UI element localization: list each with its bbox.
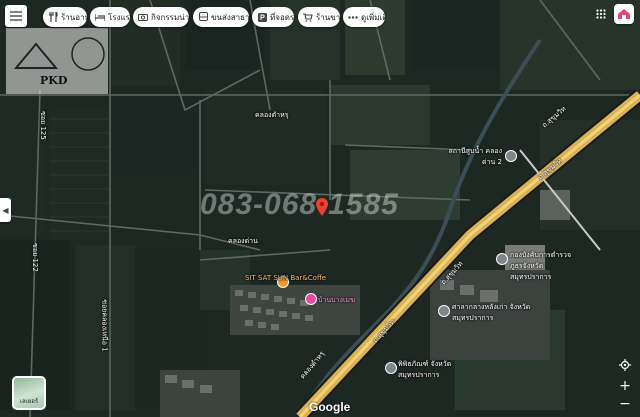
chevron-left-icon: ◀ [2,205,9,215]
fork-knife-icon [48,12,58,22]
road-label-soi-klong-nuea: ซอยคลองเหนือ 1 [100,299,109,352]
poi-label-ban-bang-mek[interactable]: บ้านบางเมฆ [318,295,355,306]
account-avatar[interactable] [614,4,634,24]
police-poi-icon[interactable] [496,253,508,265]
agent-logo-text: PKD [40,74,68,87]
bus-icon [198,12,208,22]
zoom-in-button[interactable]: + [616,378,634,394]
crosshair-icon [619,359,631,371]
road-label-klong-tamru: คลองตำหรุ [255,111,289,119]
more-icon [348,12,358,22]
layers-label: เลเยอร์ [19,398,39,405]
minus-icon: − [619,396,631,412]
cart-icon [303,12,313,22]
layers-button[interactable]: เลเยอร์ [12,376,46,410]
my-location-button[interactable] [616,356,634,374]
chip-more[interactable]: ดูเพิ่มเติม [343,7,385,27]
bed-icon [95,12,105,22]
zoom-out-button[interactable]: − [616,396,634,412]
poi-label-museum[interactable]: พิพิธภัณฑ์ จังหวัดสมุทรปราการ [398,359,468,381]
chip-label: ขนส่งสาธารณะ [211,12,249,22]
chip-transit[interactable]: ขนส่งสาธารณะ [193,7,249,27]
chip-restaurants[interactable]: ร้านอาหาร [43,7,87,27]
road-label-klong-dan: คลองด่าน [228,237,258,245]
poi-label-police[interactable]: กองบังคับการตำรวจ ภูธรจังหวัดสมุทรปราการ [510,250,580,283]
chip-hotels[interactable]: โรงแรม [90,7,130,27]
pump-station-poi-icon[interactable] [505,150,517,162]
parking-icon [257,12,267,22]
house-avatar-icon [618,9,630,19]
road-label-soi-122: ซอย 122 [30,243,39,272]
chip-label: ที่จอดรถ [270,12,294,22]
shopping-poi-icon[interactable] [305,293,317,305]
city-hall-poi-icon[interactable] [438,305,450,317]
chip-label: โรงแรม [108,12,130,22]
phone-watermark: 083-068-1585 [200,188,399,221]
google-logo: Google [309,400,351,414]
road-label-soi-125: ซอย 125 [38,111,47,140]
menu-button[interactable] [5,5,27,27]
hamburger-icon [10,11,22,21]
dropped-pin-icon[interactable] [316,198,328,216]
agent-logo-watermark: PKD [6,28,108,94]
chip-things-to-do[interactable]: กิจกรรมน่าสนใจ [133,7,189,27]
poi-label-old-city-hall[interactable]: ศาลากลางหลังเก่า จังหวัดสมุทรปราการ [452,302,532,324]
chip-label: ร้านขายยา [316,12,340,22]
apps-grid-icon [596,9,606,19]
chip-pharmacy[interactable]: ร้านขายยา [298,7,340,27]
chip-parking[interactable]: ที่จอดรถ [252,7,294,27]
search-chip-bar: ร้านอาหาร โรงแรม กิจกรรมน่าสนใจ ขนส่งสาธ… [0,0,640,32]
chip-label: ดูเพิ่มเติม [361,12,385,22]
museum-poi-icon[interactable] [385,362,397,374]
plus-icon: + [619,378,631,394]
collapse-side-panel-button[interactable]: ◀ [0,198,11,222]
poi-label-pump-station[interactable]: สถานีสูบน้ำ คลองด่าน 2 [444,146,502,168]
chip-label: ร้านอาหาร [61,12,87,22]
camera-icon [138,12,148,22]
chip-label: กิจกรรมน่าสนใจ [151,12,189,22]
poi-label-sit-sat-sun[interactable]: SIT SAT SUN Bar&Coffe [245,274,326,282]
google-apps-button[interactable] [592,5,610,23]
